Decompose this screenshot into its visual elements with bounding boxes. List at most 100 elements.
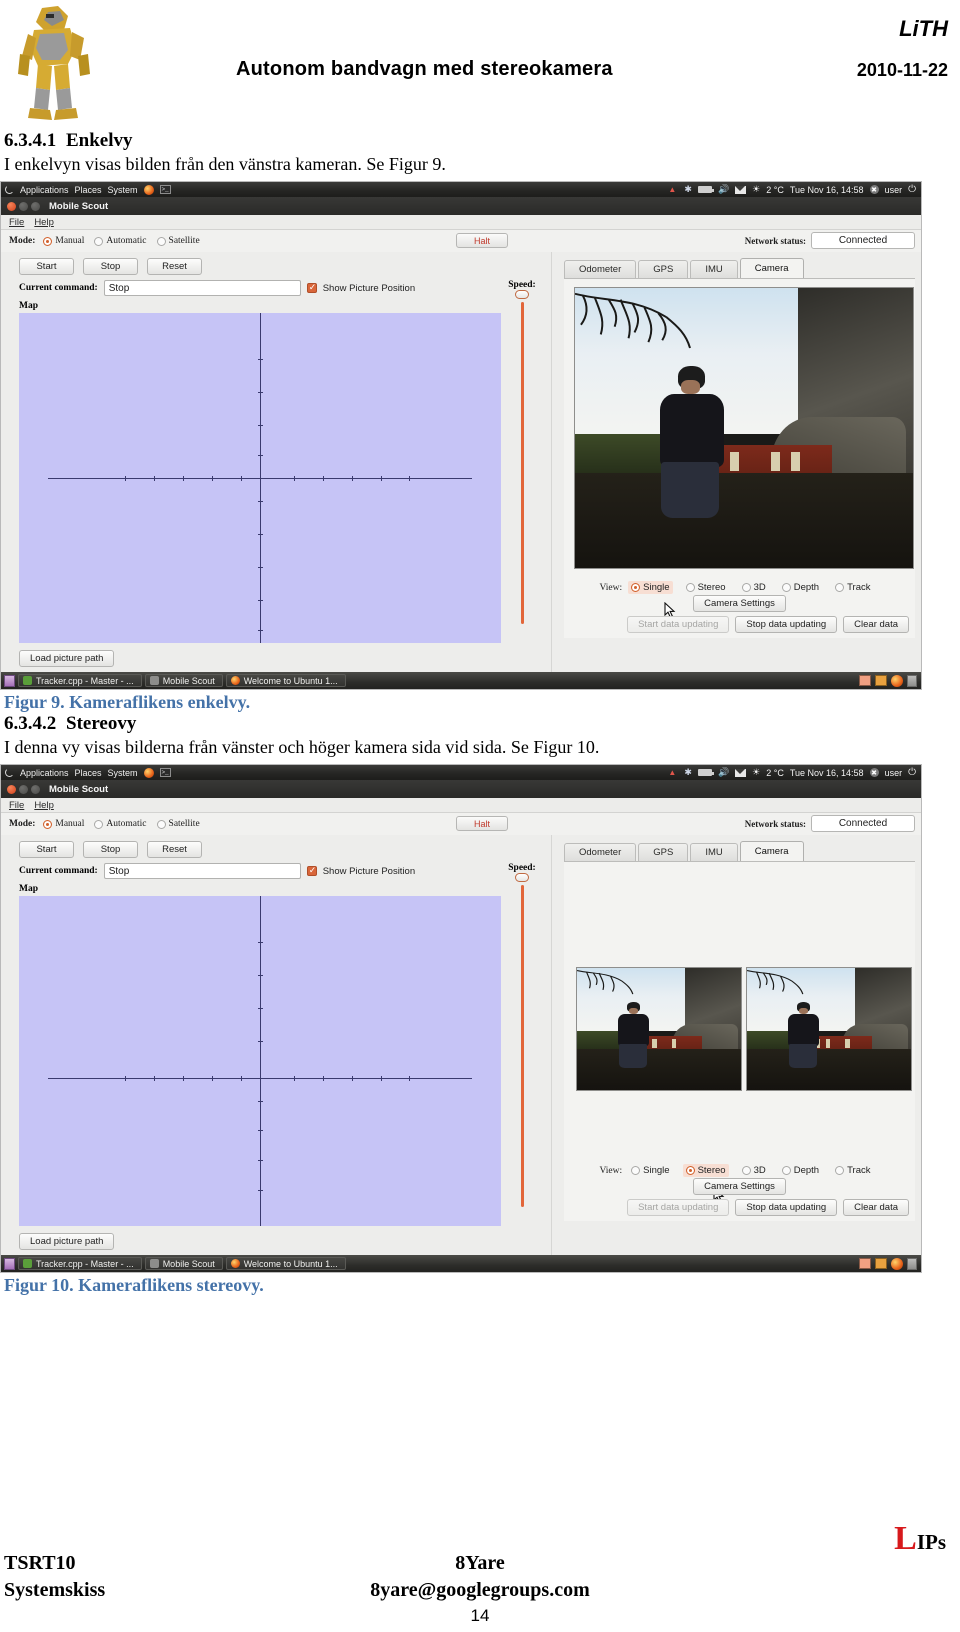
taskbar-item-welcome[interactable]: Welcome to Ubuntu 1... — [225, 1257, 346, 1270]
taskbar-item-tracker[interactable]: Tracker.cpp - Master - ... — [18, 1257, 142, 1270]
map-canvas[interactable] — [19, 896, 501, 1226]
clock-label[interactable]: Tue Nov 16, 14:58 — [790, 185, 864, 195]
taskbar-item-mobile-scout[interactable]: Mobile Scout — [144, 674, 223, 687]
tab-gps[interactable]: GPS — [638, 843, 689, 861]
trash-icon[interactable] — [907, 1257, 917, 1270]
firefox-icon[interactable] — [143, 767, 154, 778]
wifi-icon[interactable] — [668, 768, 678, 777]
mail-icon[interactable] — [735, 185, 747, 194]
radio-view-3d[interactable]: 3D — [739, 1164, 769, 1177]
user-status-icon[interactable]: ✖ — [869, 768, 879, 777]
show-picture-position-checkbox[interactable] — [306, 282, 317, 293]
radio-mode-satellite[interactable]: Satellite — [156, 236, 200, 246]
tab-imu[interactable]: IMU — [690, 260, 738, 278]
radio-view-single[interactable]: Single — [628, 581, 673, 594]
radio-view-depth[interactable]: Depth — [779, 1164, 822, 1177]
radio-mode-satellite[interactable]: Satellite — [156, 819, 200, 829]
window-minimize-icon[interactable] — [19, 201, 28, 211]
workspace-2-icon[interactable] — [875, 1258, 887, 1269]
user-status-icon[interactable]: ✖ — [869, 185, 879, 194]
radio-mode-automatic[interactable]: Automatic — [94, 236, 147, 246]
stop-data-updating-button[interactable]: Stop data updating — [735, 1199, 838, 1216]
start-data-updating-button[interactable]: Start data updating — [627, 1199, 730, 1216]
workspace-2-icon[interactable] — [875, 675, 887, 686]
speed-slider-track[interactable] — [520, 302, 524, 624]
show-picture-position-checkbox[interactable] — [306, 865, 317, 876]
tab-gps[interactable]: GPS — [638, 260, 689, 278]
menu-places[interactable]: Places — [75, 185, 102, 195]
clear-data-button[interactable]: Clear data — [843, 616, 909, 633]
clear-data-button[interactable]: Clear data — [843, 1199, 909, 1216]
menu-help[interactable]: Help — [34, 800, 54, 811]
menu-applications[interactable]: Applications — [20, 185, 69, 195]
speed-slider-track[interactable] — [520, 885, 524, 1207]
tab-imu[interactable]: IMU — [690, 843, 738, 861]
volume-icon[interactable]: 🔊 — [718, 184, 729, 195]
taskbar-item-tracker[interactable]: Tracker.cpp - Master - ... — [18, 674, 142, 687]
camera-settings-button[interactable]: Camera Settings — [693, 595, 786, 612]
load-picture-path-button[interactable]: Load picture path — [19, 650, 115, 667]
power-icon[interactable]: ⏻ — [908, 767, 916, 778]
window-minimize-icon[interactable] — [19, 784, 28, 794]
tab-camera[interactable]: Camera — [739, 841, 804, 861]
workspace-switcher-icon[interactable] — [859, 675, 871, 686]
battery-icon[interactable] — [697, 769, 714, 776]
reset-button[interactable]: Reset — [147, 841, 202, 858]
current-command-input[interactable]: Stop — [103, 863, 301, 879]
radio-view-3d[interactable]: 3D — [739, 581, 769, 594]
speed-slider-knob[interactable] — [515, 290, 529, 299]
load-picture-path-button[interactable]: Load picture path — [19, 1233, 115, 1250]
window-close-icon[interactable] — [7, 201, 16, 211]
tab-odometer[interactable]: Odometer — [564, 260, 637, 278]
menu-system[interactable]: System — [108, 768, 138, 778]
volume-icon[interactable]: 🔊 — [718, 767, 729, 778]
firefox-icon[interactable] — [891, 1257, 903, 1270]
bluetooth-icon[interactable]: ✱ — [684, 767, 692, 778]
menu-help[interactable]: Help — [34, 217, 54, 228]
terminal-icon[interactable]: >_ — [159, 185, 171, 194]
menu-applications[interactable]: Applications — [20, 768, 69, 778]
stop-data-updating-button[interactable]: Stop data updating — [735, 616, 838, 633]
firefox-icon[interactable] — [891, 674, 903, 687]
mail-icon[interactable] — [735, 768, 747, 777]
menu-file[interactable]: File — [9, 800, 24, 811]
power-icon[interactable]: ⏻ — [908, 184, 916, 195]
show-desktop-icon[interactable] — [4, 674, 15, 687]
window-close-icon[interactable] — [7, 784, 16, 794]
workspace-switcher-icon[interactable] — [859, 1258, 871, 1269]
menu-places[interactable]: Places — [75, 768, 102, 778]
taskbar-item-mobile-scout[interactable]: Mobile Scout — [144, 1257, 223, 1270]
radio-view-single[interactable]: Single — [628, 1164, 672, 1177]
radio-view-track[interactable]: Track — [832, 581, 873, 594]
stop-button[interactable]: Stop — [83, 841, 138, 858]
speed-slider-knob[interactable] — [515, 873, 529, 882]
radio-view-stereo[interactable]: Stereo — [682, 1164, 729, 1177]
bluetooth-icon[interactable]: ✱ — [684, 184, 692, 195]
tab-camera[interactable]: Camera — [739, 258, 804, 278]
halt-button[interactable]: Halt — [456, 816, 508, 831]
camera-settings-button[interactable]: Camera Settings — [693, 1178, 786, 1195]
show-desktop-icon[interactable] — [4, 1257, 15, 1270]
map-canvas[interactable] — [19, 313, 501, 643]
menu-file[interactable]: File — [9, 217, 24, 228]
radio-view-track[interactable]: Track — [832, 1164, 873, 1177]
wifi-icon[interactable] — [668, 185, 678, 194]
radio-mode-automatic[interactable]: Automatic — [94, 819, 147, 829]
radio-mode-manual[interactable]: Manual — [43, 819, 84, 829]
user-label[interactable]: user — [885, 185, 903, 195]
trash-icon[interactable] — [907, 674, 917, 687]
battery-icon[interactable] — [697, 186, 714, 193]
user-label[interactable]: user — [885, 768, 903, 778]
stop-button[interactable]: Stop — [83, 258, 138, 275]
radio-view-stereo[interactable]: Stereo — [683, 581, 729, 594]
tab-odometer[interactable]: Odometer — [564, 843, 637, 861]
firefox-icon[interactable] — [143, 184, 154, 195]
current-command-input[interactable]: Stop — [103, 280, 301, 296]
clock-label[interactable]: Tue Nov 16, 14:58 — [790, 768, 864, 778]
terminal-icon[interactable]: >_ — [159, 768, 171, 777]
window-maximize-icon[interactable] — [31, 784, 40, 794]
window-maximize-icon[interactable] — [31, 201, 40, 211]
menu-system[interactable]: System — [108, 185, 138, 195]
taskbar-item-welcome[interactable]: Welcome to Ubuntu 1... — [225, 674, 346, 687]
start-button[interactable]: Start — [19, 258, 74, 275]
